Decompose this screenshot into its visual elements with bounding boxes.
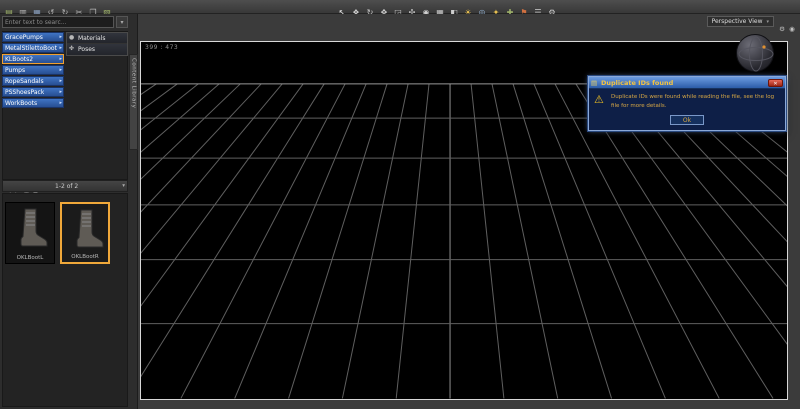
flyout-item-materials[interactable]: ● Materials xyxy=(67,33,127,44)
close-icon[interactable]: ✕ xyxy=(768,79,783,87)
orbit-control[interactable] xyxy=(736,34,774,72)
viewport-icons-group: ⚙ ◉ xyxy=(777,16,797,35)
dialog-file-icon: ▤ xyxy=(591,79,598,87)
content-item-gracepumps[interactable]: GracePumps ▸ xyxy=(2,32,64,42)
content-item-label: RopeSandals xyxy=(5,78,44,85)
main-toolbar: ▤ ▥ ▦ ↺ ↻ ✂ ❐ ▧ ↖ ❖ ↻ ✥ ◲ ✣ ◉ ▦ ◧ ☀ ◎ ✦ ✚ ⚑ ☰ ⚙ xyxy=(0,0,800,17)
content-flyout-menu: ● Materials ✤ Poses xyxy=(66,32,128,56)
thumbnail-label: OKLBootL xyxy=(16,255,44,261)
viewport-settings-icon[interactable]: ⚙ xyxy=(777,24,787,35)
submenu-arrow-icon: ▸ xyxy=(59,67,62,73)
render-size-label: 399 : 473 xyxy=(145,44,179,51)
dialog-body: ⚠ Duplicate IDs were found while reading… xyxy=(589,89,785,130)
poses-icon: ✤ xyxy=(69,45,75,52)
dialog-title: Duplicate IDs found xyxy=(601,79,674,87)
thumbnail-grid: OKLBootL OKLBootR xyxy=(5,202,115,264)
content-item-label: KLBoots2 xyxy=(5,56,34,63)
thumbnail-toolbar: ◀▶▦☰ 1-2 of 2 ▾ xyxy=(2,180,128,198)
view-selector[interactable]: Perspective View ▾ xyxy=(706,16,774,27)
submenu-arrow-icon: ▸ xyxy=(59,45,62,51)
tab-content-library[interactable]: Content Library xyxy=(129,54,138,150)
content-library-panel: ▾ GracePumps▸MetalStilettoBoots▸KLBoots2… xyxy=(0,14,138,409)
search-row: ▾ xyxy=(2,16,136,29)
tab-content-library-label: Content Library xyxy=(130,58,137,109)
content-item-workboots[interactable]: WorkBoots ▸ xyxy=(2,98,64,108)
asset-thumbnail-oklbootl[interactable]: OKLBootL xyxy=(5,202,55,264)
pagination-label: 1-2 of 2 xyxy=(55,183,79,190)
submenu-arrow-icon: ▸ xyxy=(59,100,62,106)
flyout-item-label: Materials xyxy=(78,35,106,42)
ok-button[interactable]: Ok xyxy=(670,114,704,125)
view-selector-label: Perspective View xyxy=(711,18,763,25)
content-item-label: WorkBoots xyxy=(5,100,38,107)
content-item-pumps[interactable]: Pumps ▸ xyxy=(2,65,64,75)
content-item-label: MetalStilettoBoots xyxy=(5,45,57,52)
dialog-title-bar[interactable]: ▤ Duplicate IDs found ✕ xyxy=(589,77,785,89)
asset-thumbnail-oklbootr[interactable]: OKLBootR xyxy=(60,202,110,264)
thumbnail-label: OKLBootR xyxy=(71,254,99,260)
submenu-arrow-icon: ▸ xyxy=(59,34,62,40)
boot-image xyxy=(20,208,48,247)
chevron-down-icon: ▾ xyxy=(766,19,769,25)
content-item-label: PSShoesPack xyxy=(5,89,45,96)
content-item-label: Pumps xyxy=(5,67,26,74)
sort-icon[interactable]: ▾ xyxy=(122,183,125,189)
content-item-list: GracePumps ▸ MetalStilettoBoots ▸ KLBoots2 ▸ P… xyxy=(2,32,66,109)
content-item-label: GracePumps xyxy=(5,34,43,41)
content-item-ropesandals[interactable]: RopeSandals ▸ xyxy=(2,76,64,86)
viewport[interactable]: 399 : 473 Perspective View ▾ ⚙ ◉ ▤ Duplica… xyxy=(138,14,800,409)
viewport-options-icon[interactable]: ◉ xyxy=(787,24,797,35)
toolbar-tools-group: ↖ ❖ ↻ ✥ ◲ ✣ ◉ ▦ ◧ ☀ ◎ ✦ ✚ ⚑ ☰ ⚙ xyxy=(335,0,559,17)
search-options-icon[interactable]: ▾ xyxy=(116,16,128,28)
flyout-item-label: Poses xyxy=(78,46,96,53)
content-item-klboots2[interactable]: KLBoots2 ▸ xyxy=(2,54,64,64)
submenu-arrow-icon: ▸ xyxy=(59,78,62,84)
search-input[interactable] xyxy=(2,16,114,28)
boot-image xyxy=(76,209,104,248)
dialog-message: Duplicate IDs were found while reading t… xyxy=(611,94,775,109)
content-item-psshoespack[interactable]: PSShoesPack ▸ xyxy=(2,87,64,97)
submenu-arrow-icon: ▸ xyxy=(59,89,62,95)
orbit-control-rings xyxy=(738,36,774,72)
content-item-metalstilettoboots[interactable]: MetalStilettoBoots ▸ xyxy=(2,43,64,53)
submenu-arrow-icon: ▸ xyxy=(59,56,62,62)
app-window: ▤▥▦↺↻✂❐▧ ↖❖↻✥◲✣◉▦◧☀◎✦✚⚑☰⚙ ▾ GracePumps▸M… xyxy=(0,0,800,409)
duplicate-ids-dialog: ▤ Duplicate IDs found ✕ ⚠ Duplicate IDs … xyxy=(588,76,786,131)
toolbar-file-group: ▤ ▥ ▦ ↺ ↻ ✂ ❐ ▧ xyxy=(2,0,114,17)
flyout-item-poses[interactable]: ✤ Poses xyxy=(67,44,127,55)
thumbnail-toolbar-icons: ◀▶▦☰ xyxy=(4,181,40,198)
materials-icon: ● xyxy=(69,34,75,41)
warning-icon: ⚠ xyxy=(594,93,604,106)
